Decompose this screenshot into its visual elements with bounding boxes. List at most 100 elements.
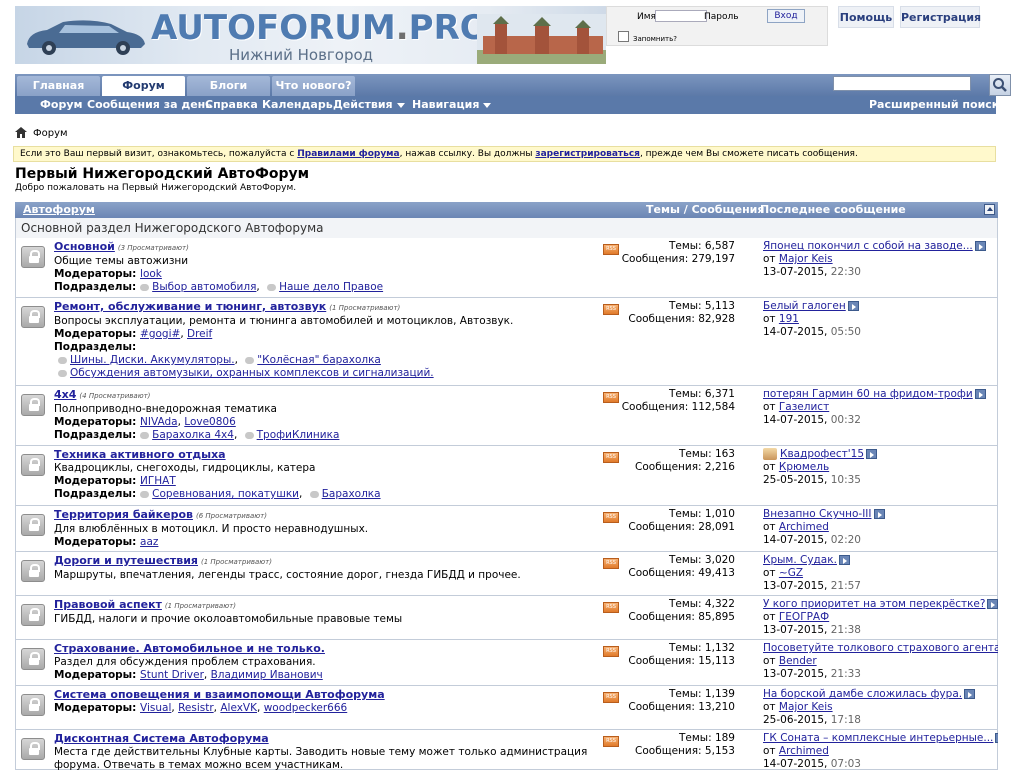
- last-post-link[interactable]: Крым. Судак.: [763, 554, 837, 566]
- register-link[interactable]: Регистрация: [900, 6, 981, 28]
- last-post-author-link[interactable]: ~GZ: [779, 567, 803, 579]
- moderator-link[interactable]: woodpecker666: [264, 702, 348, 714]
- category-link[interactable]: Автофорум: [23, 203, 95, 216]
- forum-title-link[interactable]: Основной: [54, 240, 115, 253]
- go-to-last-post-icon[interactable]: [974, 241, 986, 251]
- moderator-link[interactable]: aaz: [140, 536, 158, 548]
- last-post-author-link[interactable]: 191: [779, 313, 799, 325]
- search-input[interactable]: [833, 76, 971, 91]
- from-label: от: [763, 611, 779, 623]
- moderator-link[interactable]: Resistr: [178, 702, 214, 714]
- last-post-author-link[interactable]: Крюмель: [779, 461, 829, 473]
- last-post-link[interactable]: Японец покончил с собой на заводе...: [763, 240, 973, 252]
- forum-title-link[interactable]: Правовой аспект: [54, 598, 162, 611]
- subforum-link[interactable]: "Колёсная" барахолка: [257, 354, 381, 366]
- last-post-author-link[interactable]: Bender: [779, 655, 817, 667]
- last-post-author-link[interactable]: Archimed: [779, 521, 829, 533]
- last-post-link[interactable]: На борской дамбе сложилась фура.: [763, 688, 962, 700]
- tab-whats-new[interactable]: Что нового?: [272, 76, 355, 96]
- forum-title-link[interactable]: Техника активного отдыха: [54, 448, 226, 461]
- forum-title-link[interactable]: Система оповещения и взаимопомощи Автофо…: [54, 688, 385, 701]
- last-post-link[interactable]: Белый галоген: [763, 300, 846, 312]
- go-to-last-post-icon[interactable]: [838, 555, 850, 565]
- subnav-todays-posts[interactable]: Сообщения за день: [87, 96, 212, 114]
- subforum-link[interactable]: Наше дело Правое: [279, 281, 383, 293]
- forum-info: Страхование. Автомобильное и не только. Р…: [54, 642, 594, 682]
- last-post-link[interactable]: потерян Гармин 60 на фридом-трофи: [763, 388, 973, 400]
- subforum-link[interactable]: Шины. Диски. Аккумуляторы.: [70, 354, 235, 366]
- subforum-link[interactable]: Соревнования, покатушки: [152, 488, 299, 500]
- moderator-link[interactable]: Love0806: [184, 416, 236, 428]
- subnav-help[interactable]: Справка: [205, 96, 258, 114]
- moderator-link[interactable]: look: [140, 268, 162, 280]
- subforum-link[interactable]: Обсуждения автомузыки, охранных комплекс…: [70, 367, 434, 379]
- username-input[interactable]: [655, 10, 707, 22]
- last-post-author-link[interactable]: Archimed: [779, 745, 829, 757]
- login-button[interactable]: Вход: [767, 9, 805, 23]
- moderator-link[interactable]: ИГНАТ: [140, 475, 176, 487]
- last-post-link[interactable]: У кого приоритет на этом перекрёстке?: [763, 598, 985, 610]
- subforum-link[interactable]: ТрофиКлиника: [257, 429, 340, 441]
- sub-navbar: Форум Сообщения за день Справка Календар…: [15, 96, 999, 114]
- forum-row: Правовой аспект (1 Просматривают) ГИБДД, н…: [15, 596, 998, 640]
- subforum-link[interactable]: Барахолка 4x4: [152, 429, 234, 441]
- go-to-last-post-icon[interactable]: [974, 389, 986, 399]
- moderator-link[interactable]: Stunt Driver: [140, 669, 204, 681]
- go-to-last-post-icon[interactable]: [987, 599, 998, 609]
- last-post-link[interactable]: Внезапно Скучно-III: [763, 508, 872, 520]
- forum-title-link[interactable]: Ремонт, обслуживание и тюнинг, автозвук: [54, 300, 326, 313]
- moderator-link[interactable]: Владимир Иванович: [211, 669, 323, 681]
- post-count: Сообщения: 28,091: [628, 521, 735, 533]
- moderator-link[interactable]: Dreif: [187, 328, 212, 340]
- remember-checkbox[interactable]: [618, 31, 629, 42]
- forum-lock-icon: [21, 306, 45, 328]
- home-icon[interactable]: [15, 127, 27, 138]
- forum-title-link[interactable]: Дороги и путешествия: [54, 554, 198, 567]
- help-link[interactable]: Помощь: [838, 6, 894, 28]
- moderators-label: Модераторы:: [54, 536, 141, 548]
- register-notice-link[interactable]: зарегистрироваться: [535, 149, 640, 159]
- thread-count: Темы: 1,132: [668, 642, 735, 654]
- tab-forum[interactable]: Форум: [102, 76, 185, 96]
- subforum-link[interactable]: Барахолка: [322, 488, 381, 500]
- moderator-link[interactable]: #gogi#: [140, 328, 180, 340]
- collapse-icon[interactable]: [984, 204, 995, 215]
- moderator-link[interactable]: Visual: [140, 702, 171, 714]
- subforums-line: Шины. Диски. Аккумуляторы., "Колёсная" б…: [54, 354, 594, 367]
- go-to-last-post-icon[interactable]: [866, 449, 877, 459]
- breadcrumb[interactable]: Форум: [33, 128, 68, 139]
- subnav-calendar[interactable]: Календарь: [262, 96, 333, 114]
- subnav-navigation[interactable]: Навигация: [412, 96, 492, 114]
- go-to-last-post-icon[interactable]: [964, 689, 976, 699]
- last-post-link[interactable]: Квадрофест'15: [780, 448, 864, 460]
- advanced-search-link[interactable]: Расширенный поиск: [869, 96, 999, 114]
- go-to-last-post-icon[interactable]: [873, 509, 885, 519]
- forum-title-link[interactable]: 4x4: [54, 388, 76, 401]
- last-post-author-link[interactable]: Major Keis: [779, 253, 833, 265]
- tab-blogs[interactable]: Блоги: [187, 76, 270, 96]
- site-banner[interactable]: AUTOFORUM.PRO Нижний Новгород: [15, 6, 606, 64]
- tab-home[interactable]: Главная: [17, 76, 100, 96]
- moderator-link[interactable]: AlexVK: [220, 702, 257, 714]
- forum-description: Маршруты, впечатления, легенды трасс, со…: [54, 569, 521, 581]
- forum-title-link[interactable]: Территория байкеров: [54, 508, 193, 521]
- subforum-link[interactable]: Выбор автомобиля: [152, 281, 256, 293]
- last-post-author-link[interactable]: Газелист: [779, 401, 829, 413]
- forum-title-link[interactable]: Страхование. Автомобильное и не только.: [54, 642, 325, 655]
- thread-count: Темы: 1,010: [668, 508, 735, 520]
- from-label: от: [763, 701, 779, 713]
- last-post-author-link[interactable]: Major Keis: [779, 701, 833, 713]
- forum-title-line: Страхование. Автомобильное и не только.: [54, 642, 594, 656]
- subnav-forum[interactable]: Форум: [40, 96, 83, 114]
- last-post-author-link[interactable]: ГЕОГРАФ: [779, 611, 829, 623]
- last-post-link[interactable]: Посоветуйте толкового страхового агента: [763, 642, 998, 654]
- last-post-link[interactable]: ГК Соната – комплексные интерьерные...: [763, 732, 993, 744]
- search-button[interactable]: [989, 74, 1011, 96]
- forum-title-link[interactable]: Дисконтная Система Автофорума: [54, 732, 269, 745]
- subnav-actions[interactable]: Действия: [333, 96, 405, 114]
- go-to-last-post-icon[interactable]: [995, 733, 998, 743]
- forum-rules-link[interactable]: Правилами форума: [297, 149, 399, 159]
- forum-row: Дороги и путешествия (1 Просматривают) Мар…: [15, 552, 998, 596]
- moderator-link[interactable]: NIVAda: [140, 416, 178, 428]
- go-to-last-post-icon[interactable]: [847, 301, 859, 311]
